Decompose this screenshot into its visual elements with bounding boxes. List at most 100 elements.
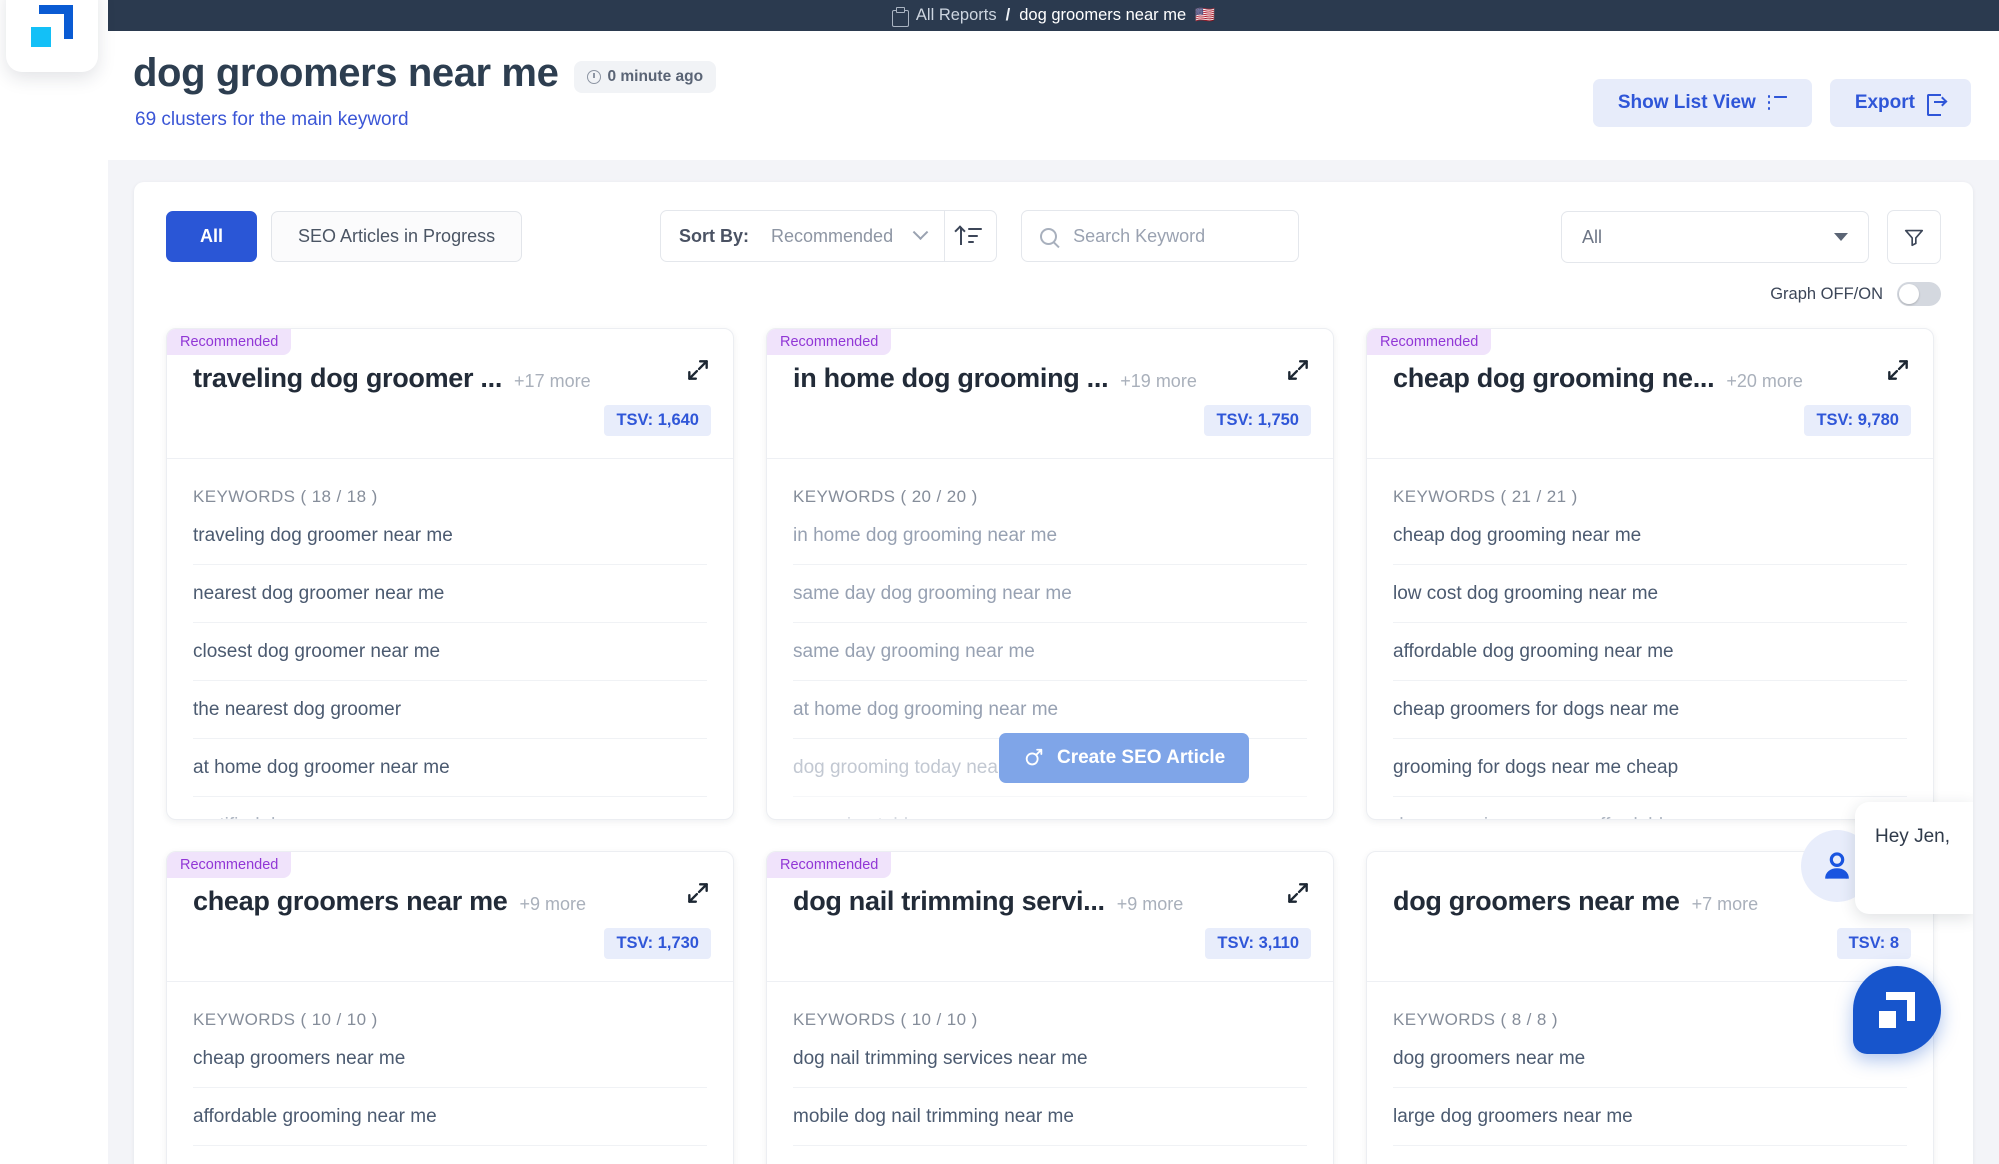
keywords-count: ( 21 / 21 ) <box>1500 487 1578 506</box>
keyword-item[interactable]: at home dog groomer near me <box>193 739 707 797</box>
tsv-badge: TSV: 8 <box>1836 928 1911 959</box>
keyword-item[interactable]: dog groomers near me <box>1393 1030 1907 1088</box>
cluster-title: cheap groomers near me <box>193 886 508 916</box>
search-keyword-box[interactable] <box>1021 210 1300 262</box>
card-header: traveling dog groomer ... +17 more TSV: 1,… <box>167 329 733 459</box>
updated-chip: 0 minute ago <box>574 60 717 93</box>
keyword-item[interactable]: cheap groomers for dogs near me <box>1393 681 1907 739</box>
filter-select-value: All <box>1582 226 1603 247</box>
card-header: dog nail trimming servi... +9 more TSV: 3,… <box>767 852 1333 982</box>
keywords-heading: KEYWORDS ( 8 / 8 ) <box>1367 982 1933 1030</box>
export-label: Export <box>1854 92 1915 113</box>
cluster-card[interactable]: Recommended cheap dog grooming ne... +20 m… <box>1366 328 1934 820</box>
seo-magnifier-icon <box>1025 748 1043 766</box>
tsv-badge: TSV: 9,780 <box>1804 405 1911 436</box>
more-count: +20 more <box>1726 371 1803 391</box>
app-logo[interactable] <box>6 0 98 72</box>
keyword-item[interactable]: certified dog groomer near me <box>193 797 707 819</box>
graph-toggle-row: Graph OFF/ON <box>166 282 1941 306</box>
keywords-count: ( 8 / 8 ) <box>1500 1010 1558 1029</box>
expand-icon[interactable] <box>1285 880 1311 906</box>
cluster-card-grid: Recommended traveling dog groomer ... +17 … <box>166 328 1941 1164</box>
chat-launcher-button[interactable] <box>1853 966 1941 1054</box>
card-header: in home dog grooming ... +19 more TSV: 1,7… <box>767 329 1333 459</box>
breadcrumb-current: dog groomers near me <box>1019 6 1187 24</box>
keywords-label: KEYWORDS <box>193 1010 296 1029</box>
show-list-view-button[interactable]: Show List View <box>1592 79 1812 127</box>
keyword-item[interactable]: large dog groomers near me <box>1393 1088 1907 1146</box>
gsc-logo-icon <box>31 5 73 47</box>
keywords-heading: KEYWORDS ( 18 / 18 ) <box>167 459 733 507</box>
keyword-item[interactable]: low cost dog grooming near me <box>1393 565 1907 623</box>
keyword-item[interactable]: traveling dog groomer near me <box>193 507 707 565</box>
app-root: All Reports / dog groomers near me 🇺🇸 do… <box>0 0 1999 1164</box>
more-count: +9 more <box>519 894 587 914</box>
card-title-row: cheap groomers near me +9 more <box>193 886 707 917</box>
keywords-label: KEYWORDS <box>793 487 896 506</box>
keyword-item[interactable]: affordable grooming near me <box>193 1088 707 1146</box>
expand-icon[interactable] <box>685 357 711 383</box>
keywords-count: ( 10 / 10 ) <box>300 1010 378 1029</box>
page-header: dog groomers near me 0 minute ago 69 clu… <box>108 31 1999 160</box>
keyword-list: cheap dog grooming near me low cost dog g… <box>1367 507 1933 819</box>
graph-toggle-label: Graph OFF/ON <box>1770 284 1883 303</box>
card-title-row: dog nail trimming servi... +9 more <box>793 886 1307 917</box>
filter-funnel-icon <box>1904 229 1924 247</box>
keyword-item[interactable]: same day dog grooming near me <box>793 565 1307 623</box>
content-area: All SEO Articles in Progress Sort By: Re… <box>108 160 1999 1164</box>
more-count: +9 more <box>1116 894 1184 914</box>
keywords-label: KEYWORDS <box>1393 1010 1496 1029</box>
card-header: cheap groomers near me +9 more TSV: 1,730 <box>167 852 733 982</box>
expand-icon[interactable] <box>1885 357 1911 383</box>
sort-ascending-icon <box>954 225 982 245</box>
search-input[interactable] <box>1073 225 1281 247</box>
tab-seo-articles-in-progress[interactable]: SEO Articles in Progress <box>271 210 523 262</box>
filter-select[interactable]: All <box>1561 211 1869 263</box>
cluster-title: dog groomers near me <box>1393 886 1680 916</box>
keyword-item[interactable]: nearest dog groomer near me <box>193 565 707 623</box>
sort-direction-button[interactable] <box>945 210 998 262</box>
cluster-card[interactable]: Recommended cheap groomers near me +9 more… <box>166 851 734 1164</box>
cluster-card[interactable]: Recommended in home dog grooming ... +19 m… <box>766 328 1334 820</box>
clusters-panel: All SEO Articles in Progress Sort By: Re… <box>134 182 1973 1164</box>
keyword-item[interactable]: grooming tables near me <box>793 797 1307 819</box>
keyword-item[interactable]: grooming for dogs near me cheap <box>1393 739 1907 797</box>
list-icon <box>1767 95 1787 111</box>
export-button[interactable]: Export <box>1829 79 1971 127</box>
breadcrumb-all-reports[interactable]: All Reports <box>916 6 997 25</box>
keyword-item[interactable]: cheap groomers near me <box>193 1030 707 1088</box>
cluster-card[interactable]: Recommended traveling dog groomer ... +17 … <box>166 328 734 820</box>
keyword-list: traveling dog groomer near me nearest dog… <box>167 507 733 819</box>
expand-icon[interactable] <box>685 880 711 906</box>
keyword-item[interactable]: affordable dog grooming near me <box>1393 623 1907 681</box>
graph-toggle-switch[interactable] <box>1897 282 1941 306</box>
create-seo-article-label: Create SEO Article <box>1057 747 1226 768</box>
toolbar-right: All <box>1561 210 1941 264</box>
keyword-item[interactable]: mobile dog nail trimming near me <box>793 1088 1307 1146</box>
sort-by-dropdown[interactable]: Sort By: Recommended <box>660 210 946 262</box>
header-actions: Show List View Export <box>1592 79 1971 127</box>
filter-button[interactable] <box>1887 210 1941 264</box>
updated-time: 0 minute ago <box>607 67 704 85</box>
tsv-badge: TSV: 1,750 <box>1204 405 1311 436</box>
keywords-label: KEYWORDS <box>193 487 296 506</box>
cluster-card[interactable]: Recommended dog nail trimming servi... +9 … <box>766 851 1334 1164</box>
keyword-item[interactable]: in home dog grooming near me <box>793 507 1307 565</box>
more-count: +17 more <box>514 371 591 391</box>
more-count: +19 more <box>1120 371 1197 391</box>
keyword-item[interactable]: dog grooming near me affordable <box>1393 797 1907 819</box>
keyword-item[interactable]: dog nail trimming services near me <box>793 1030 1307 1088</box>
tsv-badge: TSV: 1,640 <box>604 405 711 436</box>
keyword-item[interactable]: the nearest dog groomer <box>193 681 707 739</box>
cluster-title: traveling dog groomer ... <box>193 363 503 393</box>
tab-all[interactable]: All <box>166 210 258 262</box>
tsv-badge: TSV: 1,730 <box>604 928 711 959</box>
keywords-heading: KEYWORDS ( 20 / 20 ) <box>767 459 1333 507</box>
caret-down-icon <box>1834 233 1848 241</box>
keyword-item[interactable]: at home dog grooming near me <box>793 681 1307 739</box>
keyword-item[interactable]: closest dog groomer near me <box>193 623 707 681</box>
create-seo-article-button[interactable]: Create SEO Article <box>999 733 1250 783</box>
keyword-item[interactable]: same day grooming near me <box>793 623 1307 681</box>
keyword-item[interactable]: cheap dog grooming near me <box>1393 507 1907 565</box>
expand-icon[interactable] <box>1285 357 1311 383</box>
